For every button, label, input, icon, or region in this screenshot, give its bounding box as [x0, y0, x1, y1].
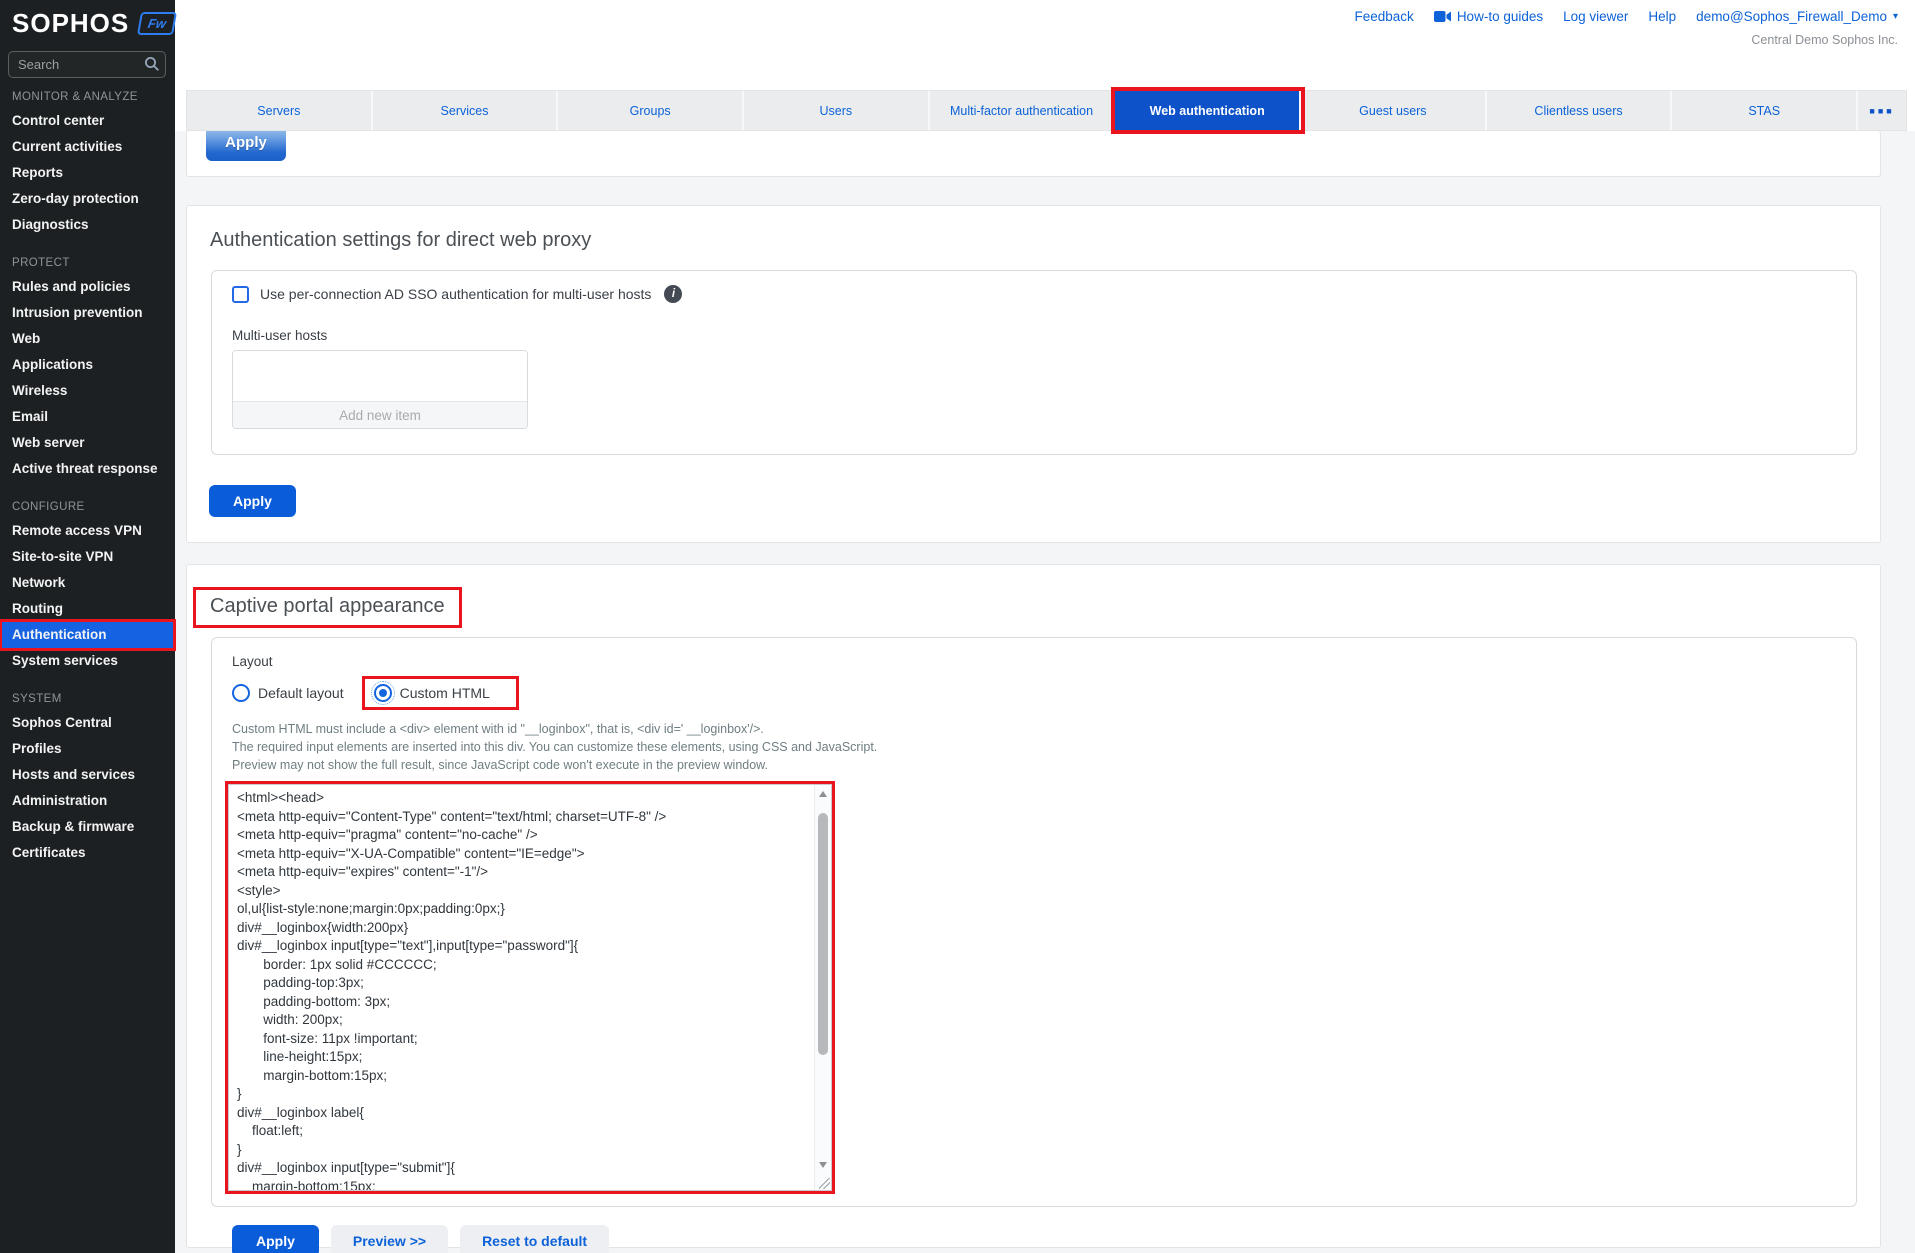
resize-grip-icon[interactable] [819, 1178, 830, 1189]
apply-button-proxy[interactable]: Apply [209, 485, 296, 517]
radio-custom-html[interactable] [374, 684, 392, 702]
sidebar-item-rules-and-policies[interactable]: Rules and policies [0, 274, 175, 300]
captive-portal-panel: Layout Default layout Custom HTML Custom… [211, 637, 1857, 1207]
scroll-up-arrow-icon[interactable] [819, 791, 827, 797]
feedback-link[interactable]: Feedback [1355, 9, 1414, 24]
editor-scrollbar[interactable] [814, 785, 831, 1190]
reset-to-default-button[interactable]: Reset to default [460, 1225, 609, 1253]
add-new-item-button[interactable]: Add new item [233, 401, 527, 428]
annotation-custom-html-editor: <html><head> <meta http-equiv="Content-T… [225, 781, 835, 1194]
ad-sso-checkbox[interactable] [232, 286, 249, 303]
sidebar-item-backup-firmware[interactable]: Backup & firmware [0, 814, 175, 840]
multi-user-hosts-listbox: Add new item [232, 350, 528, 429]
sidebar-item-web[interactable]: Web [0, 326, 175, 352]
company-name: Central Demo Sophos Inc. [1751, 33, 1898, 47]
scroll-down-arrow-icon[interactable] [819, 1162, 827, 1168]
tab-bar: Servers Services Groups Users Multi-fact… [186, 90, 1907, 131]
tab-clientless-users[interactable]: Clientless users [1487, 91, 1673, 130]
account-menu[interactable]: demo@Sophos_Firewall_Demo ▾ [1696, 9, 1898, 24]
custom-html-editor: <html><head> <meta http-equiv="Content-T… [228, 784, 832, 1191]
sidebar-item-system-services[interactable]: System services [0, 648, 175, 674]
section-title-captive-portal: Captive portal appearance [210, 595, 445, 618]
annotation-captive-portal-title: Captive portal appearance [193, 587, 462, 628]
ad-sso-checkbox-row: Use per-connection AD SSO authentication… [232, 285, 1836, 303]
sidebar-item-reports[interactable]: Reports [0, 160, 175, 186]
help-line-2: The required input elements are inserted… [232, 738, 1836, 756]
custom-html-help-text: Custom HTML must include a <div> element… [232, 720, 1836, 774]
section-monitor-analyze: MONITOR & ANALYZE [0, 86, 175, 108]
sidebar-item-administration[interactable]: Administration [0, 788, 175, 814]
sidebar-item-certificates[interactable]: Certificates [0, 840, 175, 866]
sidebar-item-network[interactable]: Network [0, 570, 175, 596]
ad-sso-checkbox-label: Use per-connection AD SSO authentication… [260, 286, 651, 302]
sidebar-item-control-center[interactable]: Control center [0, 108, 175, 134]
sidebar-item-hosts-and-services[interactable]: Hosts and services [0, 762, 175, 788]
preview-button[interactable]: Preview >> [331, 1225, 448, 1253]
radio-default-layout-label: Default layout [258, 685, 344, 701]
multi-user-hosts-input[interactable] [233, 351, 527, 401]
sidebar-item-site-to-site-vpn[interactable]: Site-to-site VPN [0, 544, 175, 570]
direct-web-proxy-card: Authentication settings for direct web p… [186, 205, 1881, 543]
sidebar-item-authentication[interactable]: Authentication [2, 622, 173, 648]
section-title-direct-web-proxy: Authentication settings for direct web p… [210, 229, 1880, 252]
sidebar-item-email[interactable]: Email [0, 404, 175, 430]
tab-groups[interactable]: Groups [558, 91, 744, 130]
sidebar-item-intrusion-prevention[interactable]: Intrusion prevention [0, 300, 175, 326]
scrollbar-thumb[interactable] [818, 813, 828, 1055]
section-system: SYSTEM [0, 688, 175, 710]
section-configure: CONFIGURE [0, 496, 175, 518]
sophos-logo: SOPHOS [12, 8, 129, 39]
direct-web-proxy-panel: Use per-connection AD SSO authentication… [211, 270, 1857, 455]
tab-servers[interactable]: Servers [187, 91, 373, 130]
captive-portal-actions: Apply Preview >> Reset to default [232, 1225, 1836, 1253]
tab-multi-factor-authentication[interactable]: Multi-factor authentication [930, 91, 1116, 130]
brand: SOPHOS Fw [0, 0, 175, 39]
multi-user-hosts-label: Multi-user hosts [232, 328, 1836, 343]
custom-html-textarea[interactable]: <html><head> <meta http-equiv="Content-T… [229, 785, 816, 1190]
info-icon[interactable]: i [664, 285, 682, 303]
tab-services[interactable]: Services [373, 91, 559, 130]
header-links: Feedback How-to guides Log viewer Help d… [1355, 9, 1898, 24]
howto-guides-link[interactable]: How-to guides [1434, 9, 1543, 24]
top-apply-card: Apply [186, 131, 1881, 177]
tab-guest-users[interactable]: Guest users [1301, 91, 1487, 130]
sophos-firewall-admin: SOPHOS Fw MONITOR & ANALYZE Control cent… [0, 0, 1915, 1253]
help-line-3: Preview may not show the full result, si… [232, 756, 1836, 774]
tab-stas[interactable]: STAS [1672, 91, 1858, 130]
sidebar-item-web-server[interactable]: Web server [0, 430, 175, 456]
section-protect: PROTECT [0, 252, 175, 274]
apply-button-captive[interactable]: Apply [232, 1225, 319, 1253]
annotation-custom-html-radio: Custom HTML [362, 676, 519, 710]
radio-custom-html-label: Custom HTML [400, 685, 490, 701]
sidebar-item-zero-day-protection[interactable]: Zero-day protection [0, 186, 175, 212]
sidebar-item-routing[interactable]: Routing [0, 596, 175, 622]
captive-portal-card: Captive portal appearance Layout Default… [186, 564, 1881, 1248]
chevron-down-icon: ▾ [1893, 11, 1898, 22]
sidebar-item-sophos-central[interactable]: Sophos Central [0, 710, 175, 736]
sidebar-item-remote-access-vpn[interactable]: Remote access VPN [0, 518, 175, 544]
sidebar-item-applications[interactable]: Applications [0, 352, 175, 378]
tab-overflow-ellipsis[interactable]: ■■■ [1858, 91, 1906, 130]
tab-users[interactable]: Users [744, 91, 930, 130]
sidebar-item-wireless[interactable]: Wireless [0, 378, 175, 404]
help-link[interactable]: Help [1648, 9, 1676, 24]
layout-radio-group: Default layout Custom HTML [232, 676, 1836, 710]
sidebar-nav: MONITOR & ANALYZE Control center Current… [0, 72, 175, 866]
firewall-badge: Fw [137, 12, 177, 35]
sidebar-item-current-activities[interactable]: Current activities [0, 134, 175, 160]
radio-default-layout[interactable] [232, 684, 250, 702]
help-line-1: Custom HTML must include a <div> element… [232, 720, 1836, 738]
sidebar: SOPHOS Fw MONITOR & ANALYZE Control cent… [0, 0, 175, 1253]
apply-button-top[interactable]: Apply [206, 131, 286, 161]
layout-label: Layout [232, 654, 1836, 669]
sidebar-item-active-threat-response[interactable]: Active threat response [0, 456, 175, 482]
sidebar-item-diagnostics[interactable]: Diagnostics [0, 212, 175, 238]
sidebar-item-profiles[interactable]: Profiles [0, 736, 175, 762]
tab-web-authentication[interactable]: Web authentication [1115, 91, 1301, 130]
log-viewer-link[interactable]: Log viewer [1563, 9, 1628, 24]
video-camera-icon [1434, 10, 1451, 23]
search-icon[interactable] [144, 56, 160, 72]
